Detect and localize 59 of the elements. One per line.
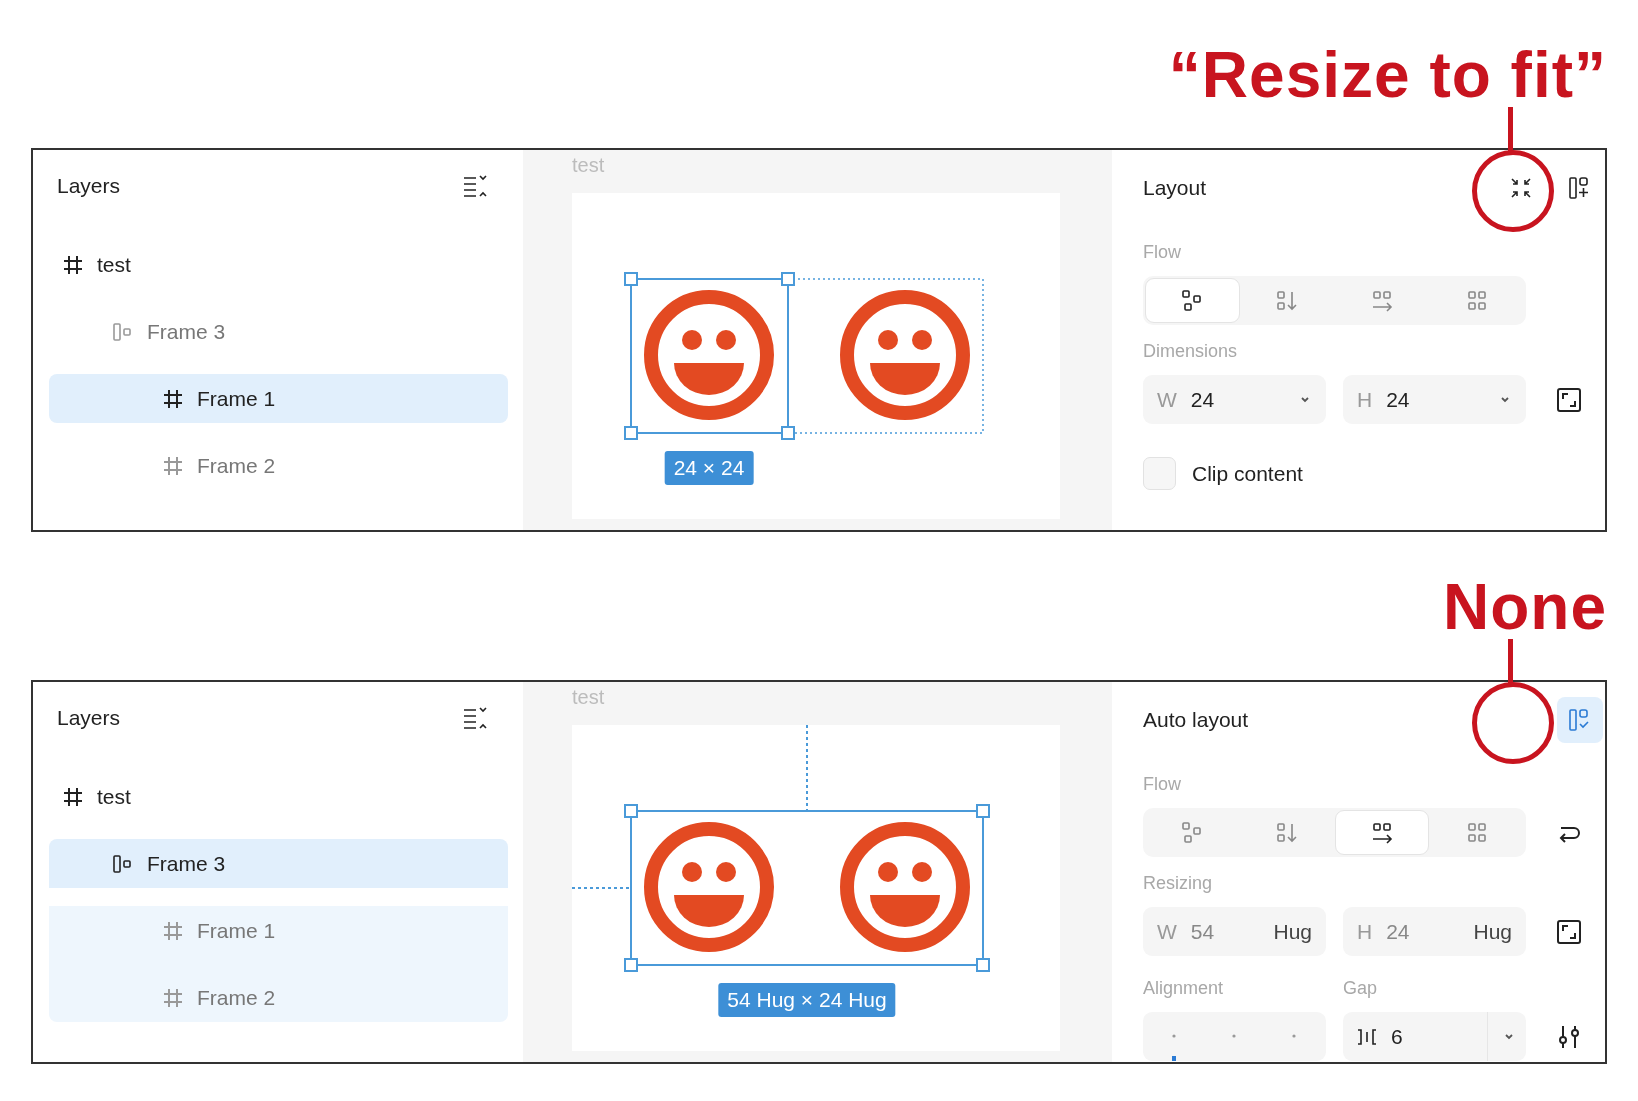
vertical-flow-icon: [1275, 288, 1300, 313]
size-badge: 24 × 24: [664, 451, 754, 485]
hash-icon: [162, 986, 184, 1009]
layer-row[interactable]: Frame 3: [49, 307, 508, 356]
collapse-layers-icon: [463, 706, 489, 730]
smiley-icon: [644, 822, 774, 952]
frame-label: test: [572, 685, 606, 710]
layer-row[interactable]: Frame 1: [49, 374, 508, 423]
panel-title: Layout: [1143, 176, 1208, 200]
collapse-layers-icon: [463, 174, 489, 198]
section-label: Resizing: [1143, 872, 1214, 895]
panel-title: Layers: [57, 174, 121, 198]
height-field[interactable]: H 24: [1343, 375, 1526, 424]
width-field[interactable]: W 54 Hug: [1143, 907, 1326, 956]
smiley-icon: [644, 290, 774, 420]
layer-row[interactable]: Frame 2: [49, 441, 508, 490]
section-label: Gap: [1343, 977, 1379, 1000]
smiley-icon: [840, 290, 970, 420]
guide-line: [572, 887, 631, 889]
section-label: Alignment: [1143, 977, 1225, 1000]
auto-layout-button[interactable]: [1557, 697, 1603, 743]
layer-row[interactable]: test: [49, 240, 508, 289]
resize-corner-icon: [1555, 918, 1582, 945]
panel-title: Layers: [57, 706, 121, 730]
alignment-dots-icon: [1172, 1034, 1297, 1061]
gap-field[interactable]: 6: [1343, 1012, 1526, 1061]
flow-option[interactable]: [1334, 810, 1430, 855]
hash-icon: [162, 454, 184, 477]
width-field[interactable]: W 24: [1143, 375, 1326, 424]
hash-icon: [62, 785, 84, 808]
section-label: Flow: [1143, 773, 1182, 796]
section-label: Dimensions: [1143, 340, 1239, 363]
layer-row[interactable]: test: [49, 772, 508, 821]
smiley-icon: [840, 822, 970, 952]
frame-label: test: [572, 153, 606, 178]
height-field[interactable]: H 24 Hug: [1343, 907, 1526, 956]
resize-corner-icon: [1555, 386, 1582, 413]
layer-row[interactable]: Frame 1: [49, 906, 508, 955]
annotation-label: None: [1443, 574, 1607, 640]
auto-layout-check-icon: [1568, 708, 1592, 732]
checkbox-label: Clip content: [1192, 461, 1303, 486]
layer-row[interactable]: Frame 3: [49, 839, 508, 888]
annotation-label: “Resize to fit”: [1168, 42, 1607, 108]
hash-icon: [62, 253, 84, 276]
auto-layout-icon: [112, 320, 134, 343]
hash-icon: [162, 387, 184, 410]
selection-outline[interactable]: [624, 272, 795, 440]
selection-outline[interactable]: [624, 804, 990, 972]
checkbox[interactable]: [1143, 457, 1176, 490]
section-label: Flow: [1143, 241, 1182, 264]
size-badge: 54 Hug × 24 Hug: [718, 983, 896, 1017]
hash-icon: [162, 919, 184, 942]
alignment-field[interactable]: [1143, 1012, 1326, 1061]
flow-option[interactable]: [1145, 278, 1240, 323]
auto-layout-icon: [112, 852, 134, 875]
vertical-flow-icon: [1275, 820, 1300, 845]
inward-arrows-icon: [1509, 176, 1533, 200]
layer-row[interactable]: Frame 2: [49, 973, 508, 1022]
panel-title: Auto layout: [1143, 708, 1250, 732]
